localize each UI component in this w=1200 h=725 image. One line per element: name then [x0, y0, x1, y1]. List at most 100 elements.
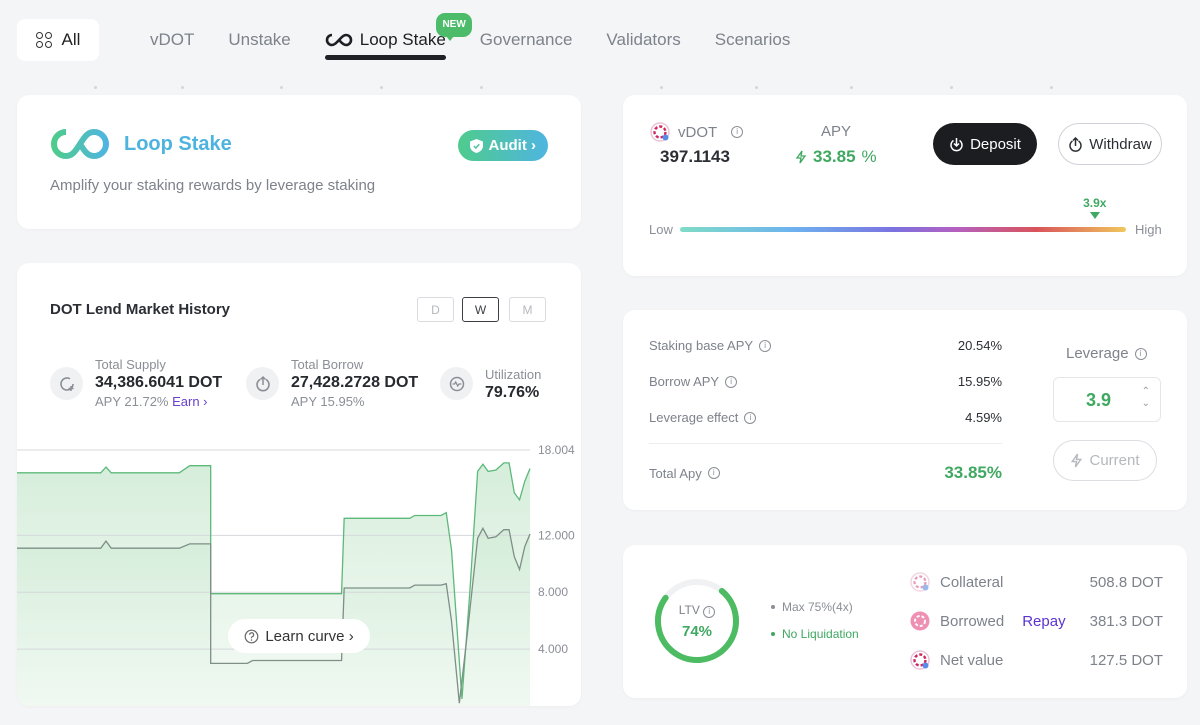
max-ltv-text: Max 75%(4x)	[782, 600, 853, 614]
vdot-amount: 397.1143	[660, 147, 730, 166]
info-icon[interactable]: i	[1134, 347, 1147, 360]
learn-curve-label: Learn curve ›	[265, 627, 354, 645]
ltv-value: 74%	[681, 623, 713, 640]
info-icon[interactable]: i	[744, 411, 757, 424]
tab-validators[interactable]: Validators	[606, 30, 680, 58]
info-icon[interactable]: i	[707, 467, 720, 479]
borrowed-label: Borrowed	[940, 612, 1005, 630]
liquidation-note: No Liquidation	[771, 627, 859, 641]
y-axis-panel	[530, 438, 581, 706]
total-borrow-label: Total Borrow	[291, 357, 364, 372]
learn-curve-button[interactable]: Learn curve ›	[228, 619, 370, 653]
position-row-net-value: Net value 127.5 DOT	[910, 650, 1163, 670]
collateral-value: 508.8 DOT	[1089, 573, 1163, 591]
borrow-apy-label: Borrow APY	[649, 374, 720, 389]
total-supply-value: 34,386.6041 DOT	[95, 374, 223, 391]
lightning-icon	[795, 150, 807, 164]
ltv-card: LTV i 74% Max 75%(4x) No Liquidation Col…	[623, 545, 1187, 698]
net-value-value: 127.5 DOT	[1089, 651, 1163, 669]
net-value-label: Net value	[940, 651, 1004, 669]
new-badge: NEW	[436, 13, 472, 41]
info-icon[interactable]: i	[759, 339, 772, 352]
borrowed-value: 381.3 DOT	[1089, 612, 1163, 630]
info-icon[interactable]: i	[703, 606, 716, 618]
withdraw-button[interactable]: Withdraw	[1058, 123, 1162, 165]
nav-all-button[interactable]: All	[17, 19, 99, 61]
leverage-low-label: Low	[649, 222, 673, 237]
period-week-button[interactable]: W	[462, 297, 499, 322]
ltv-label: LTV	[678, 603, 700, 617]
ltv-label-group: LTV i	[670, 603, 724, 618]
leverage-effect-label: Leverage effect	[649, 410, 739, 425]
ltv-gauge-fill	[655, 579, 739, 663]
help-icon	[244, 629, 259, 643]
market-history-chart[interactable]: 18.004 12.000 8.000 4.000	[17, 438, 581, 706]
vdot-info-icon[interactable]: i	[731, 126, 744, 138]
staking-base-apy-value: 20.54%	[957, 338, 1002, 353]
tab-unstake[interactable]: Unstake	[228, 30, 290, 58]
chevron-down-icon[interactable]: ⌄	[1142, 399, 1150, 409]
total-borrow-value: 27,428.2728 DOT	[291, 374, 419, 391]
leverage-gradient-bar[interactable]	[680, 227, 1126, 232]
total-apy-row: Total Apy i 33.85%	[649, 463, 1002, 483]
borrow-icon	[246, 367, 279, 400]
utilization-label: Utilization	[485, 367, 542, 382]
y-tick-label: 8.000	[538, 585, 568, 599]
tab-loop-stake[interactable]: Loop Stake NEW	[324, 13, 472, 60]
apy-row: Staking base APY i 20.54%	[649, 338, 1002, 353]
max-ltv-note: Max 75%(4x)	[771, 600, 853, 614]
audit-button[interactable]: Audit ›	[457, 130, 548, 161]
bullet-icon	[771, 605, 775, 609]
tab-governance[interactable]: Governance	[480, 30, 573, 58]
leverage-marker[interactable]: 3.9x	[1077, 196, 1113, 219]
y-tick-label: 12.000	[538, 528, 575, 542]
borrow-apy-value: 15.95%	[957, 374, 1002, 389]
total-supply-label: Total Supply	[95, 357, 166, 372]
leverage-marker-value: 3.9x	[1083, 196, 1107, 210]
staking-base-apy-label: Staking base APY	[649, 338, 754, 353]
utilization-stat: Utilization 79.76%	[440, 357, 541, 402]
apy-value-group: 33.85 %	[795, 147, 877, 167]
supply-apy: APY 21.72%	[95, 394, 169, 409]
marker-triangle-icon	[1089, 212, 1100, 219]
hero-card: Loop Stake Amplify your staking rewards …	[17, 95, 581, 229]
apy-label: APY	[821, 123, 852, 140]
current-label: Current	[1089, 452, 1140, 469]
grid-icon	[35, 32, 52, 48]
earn-link[interactable]: Earn ›	[172, 394, 207, 409]
market-history-card: DOT Lend Market History D W M Total Supp…	[17, 263, 581, 706]
leverage-label: Leverage	[1066, 345, 1129, 362]
leverage-stepper[interactable]: ⌃ ⌄	[1142, 387, 1150, 409]
hero-subtitle: Amplify your staking rewards by leverage…	[50, 177, 376, 194]
withdraw-label: Withdraw	[1089, 135, 1152, 153]
current-button[interactable]: Current	[1053, 440, 1157, 481]
leverage-input-value: 3.9	[1086, 390, 1112, 410]
loop-stake-logo-icon	[51, 128, 109, 160]
utilization-icon	[440, 367, 473, 400]
vdot-token-icon	[650, 122, 670, 142]
vdot-token-label: vDOT	[678, 123, 718, 141]
borrowed-token-icon	[910, 611, 930, 631]
apy-row: Borrow APY i 15.95%	[649, 374, 1002, 389]
info-icon[interactable]: i	[725, 375, 738, 388]
deposit-button[interactable]: Deposit	[933, 123, 1037, 165]
leverage-input[interactable]: 3.9 ⌃ ⌄	[1053, 377, 1161, 422]
tab-loop-stake-label: Loop Stake	[359, 30, 446, 49]
tab-scenarios[interactable]: Scenarios	[715, 30, 791, 58]
deposit-label: Deposit	[970, 135, 1021, 153]
deposit-icon	[950, 137, 963, 151]
loop-stake-logo: Loop Stake	[50, 127, 232, 161]
total-supply-stat: Total Supply 34,386.6041 DOT APY 21.72% …	[50, 357, 222, 409]
repay-link[interactable]: Repay	[1022, 613, 1065, 630]
period-month-button[interactable]: M	[509, 297, 546, 322]
bullet-icon	[771, 632, 775, 636]
audit-label: Audit ›	[488, 137, 536, 154]
supply-icon	[50, 367, 83, 400]
tab-vdot[interactable]: vDOT	[150, 30, 194, 58]
total-apy-label: Total Apy	[649, 465, 702, 481]
apy-unit: %	[861, 147, 877, 166]
period-day-button[interactable]: D	[417, 297, 454, 322]
y-tick-label: 4.000	[538, 642, 568, 656]
net-value-token-icon	[910, 650, 930, 670]
chevron-up-icon[interactable]: ⌃	[1142, 387, 1150, 397]
